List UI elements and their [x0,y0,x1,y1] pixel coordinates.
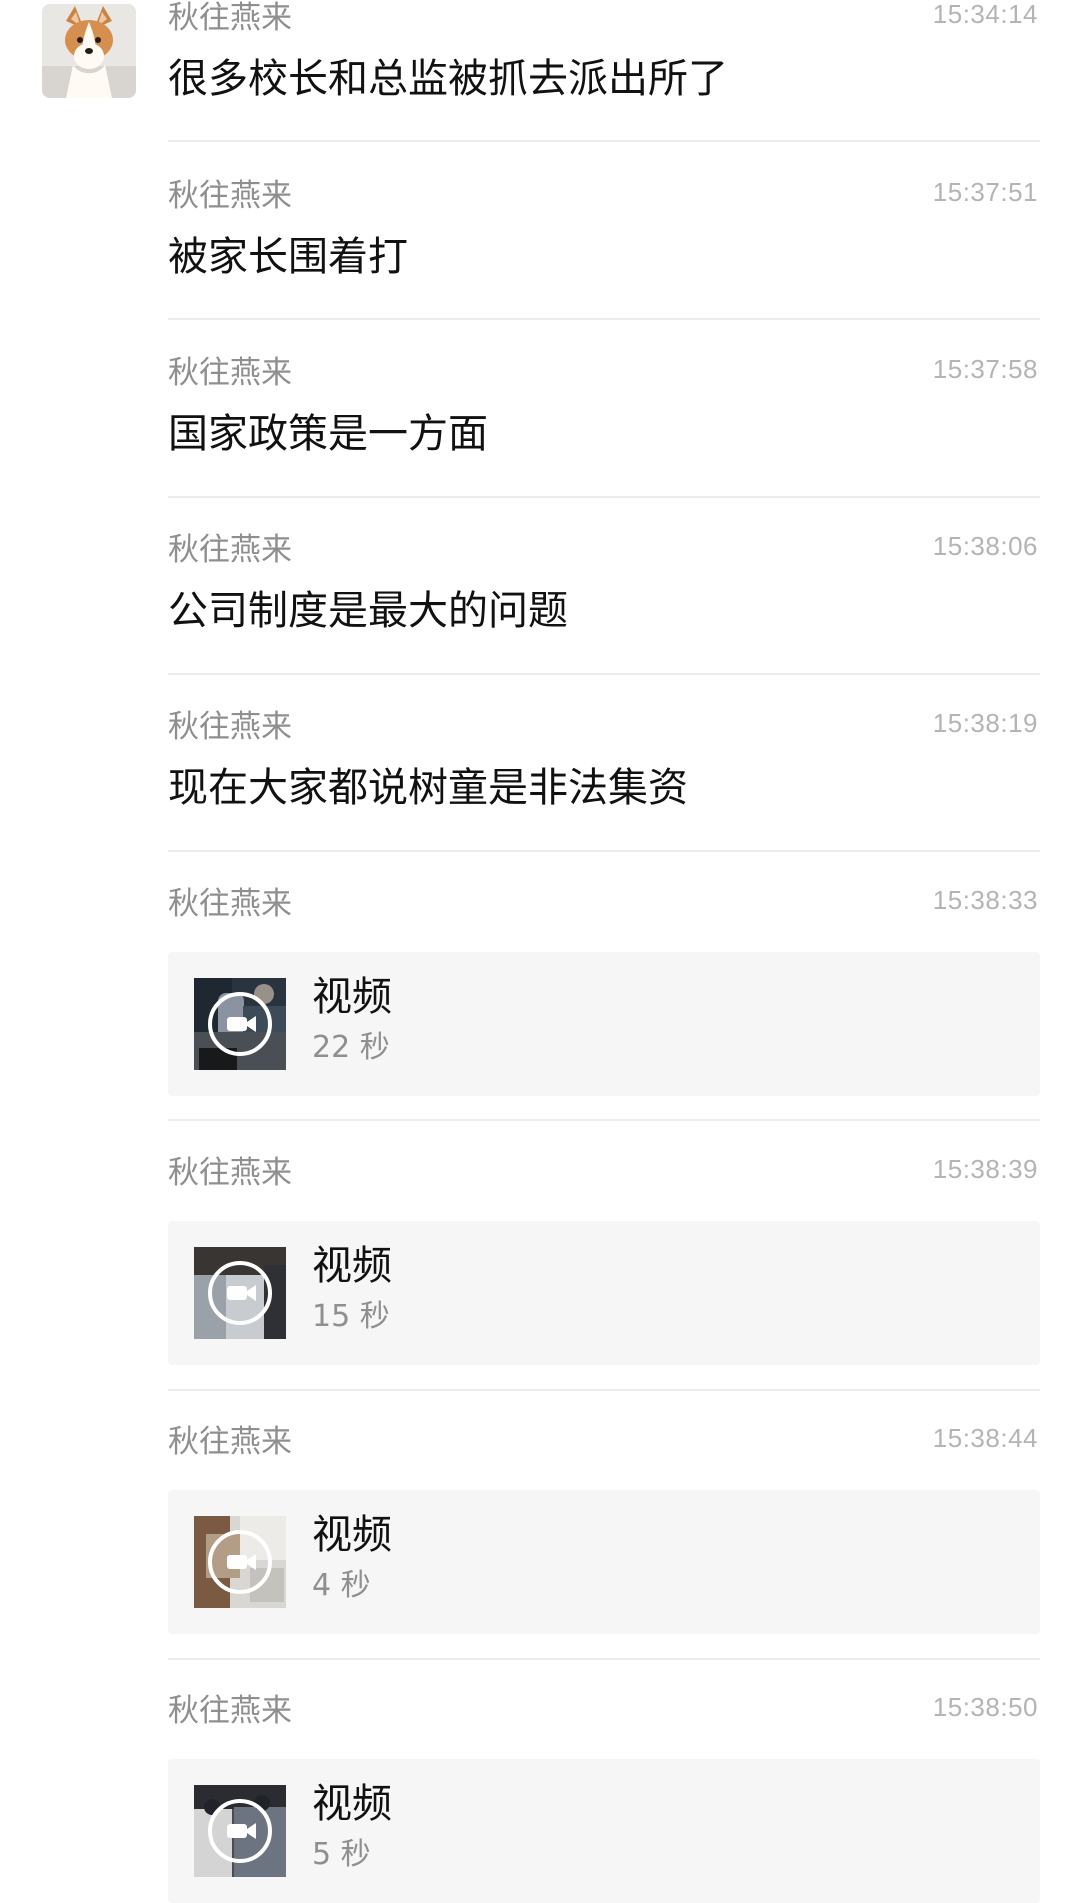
sender-name: 秋往燕来 [168,355,292,391]
message-time: 15:38:06 [932,531,1038,561]
chat-message: 秋往燕来 15:38:19 现在大家都说树童是非法集资 [168,708,1040,829]
sender-name: 秋往燕来 [168,886,292,922]
chat-message: 秋往燕来 15:38:06 公司制度是最大的问题 [168,531,1040,652]
sender-avatar[interactable] [42,4,136,98]
video-card[interactable]: 视频 4 秒 [168,1490,1040,1634]
message-divider [168,850,1040,852]
video-duration: 15 秒 [312,1299,390,1334]
message-time: 15:38:50 [932,1692,1038,1722]
video-card[interactable]: 视频 5 秒 [168,1759,1040,1903]
chat-video-message: 秋往燕来 15:38:50 视频 5 秒 [168,1692,1040,1903]
corgi-avatar-icon [42,4,136,98]
message-time: 15:38:39 [932,1154,1038,1184]
message-divider [168,496,1040,498]
message-text[interactable]: 被家长围着打 [168,232,408,282]
message-time: 15:38:33 [932,885,1038,915]
video-thumbnail [194,1516,286,1608]
video-duration: 5 秒 [312,1837,371,1872]
chat-history: 秋往燕来 15:34:14 很多校长和总监被抓去派出所了 秋往燕来 15:37:… [0,0,1080,1903]
video-title: 视频 [312,1243,392,1289]
message-divider [168,140,1040,142]
video-thumbnail [194,1247,286,1339]
video-card[interactable]: 视频 15 秒 [168,1221,1040,1365]
video-thumbnail [194,1785,286,1877]
chat-message: 秋往燕来 15:34:14 很多校长和总监被抓去派出所了 [168,0,1040,120]
video-thumbnail-icon [194,1247,286,1339]
message-time: 15:38:19 [932,708,1038,738]
sender-name: 秋往燕来 [168,709,292,745]
chat-video-message: 秋往燕来 15:38:39 视频 15 秒 [168,1154,1040,1365]
sender-name: 秋往燕来 [168,1693,292,1729]
sender-name: 秋往燕来 [168,0,292,36]
video-duration: 4 秒 [312,1568,371,1603]
video-title: 视频 [312,974,392,1020]
message-text[interactable]: 国家政策是一方面 [168,409,488,459]
message-divider [168,1389,1040,1391]
message-text[interactable]: 现在大家都说树童是非法集资 [168,763,688,813]
video-thumbnail-icon [194,1516,286,1608]
video-duration: 22 秒 [312,1030,390,1065]
message-divider [168,318,1040,320]
chat-video-message: 秋往燕来 15:38:33 视频 22 秒 [168,885,1040,1096]
message-time: 15:37:58 [932,354,1038,384]
chat-video-message: 秋往燕来 15:38:44 视频 4 秒 [168,1423,1040,1634]
message-divider [168,1119,1040,1121]
chat-message: 秋往燕来 15:37:51 被家长围着打 [168,177,1040,298]
message-time: 15:38:44 [932,1423,1038,1453]
message-text[interactable]: 很多校长和总监被抓去派出所了 [168,54,728,104]
video-title: 视频 [312,1781,392,1827]
sender-name: 秋往燕来 [168,1424,292,1460]
message-text[interactable]: 公司制度是最大的问题 [168,586,568,636]
message-time: 15:37:51 [932,177,1038,207]
video-card[interactable]: 视频 22 秒 [168,952,1040,1096]
sender-name: 秋往燕来 [168,1155,292,1191]
video-thumbnail-icon [194,978,286,1070]
message-divider [168,673,1040,675]
sender-name: 秋往燕来 [168,532,292,568]
chat-message: 秋往燕来 15:37:58 国家政策是一方面 [168,354,1040,475]
sender-name: 秋往燕来 [168,178,292,214]
video-thumbnail [194,978,286,1070]
message-divider [168,1658,1040,1660]
message-time: 15:34:14 [932,0,1038,29]
video-thumbnail-icon [194,1785,286,1877]
video-title: 视频 [312,1512,392,1558]
